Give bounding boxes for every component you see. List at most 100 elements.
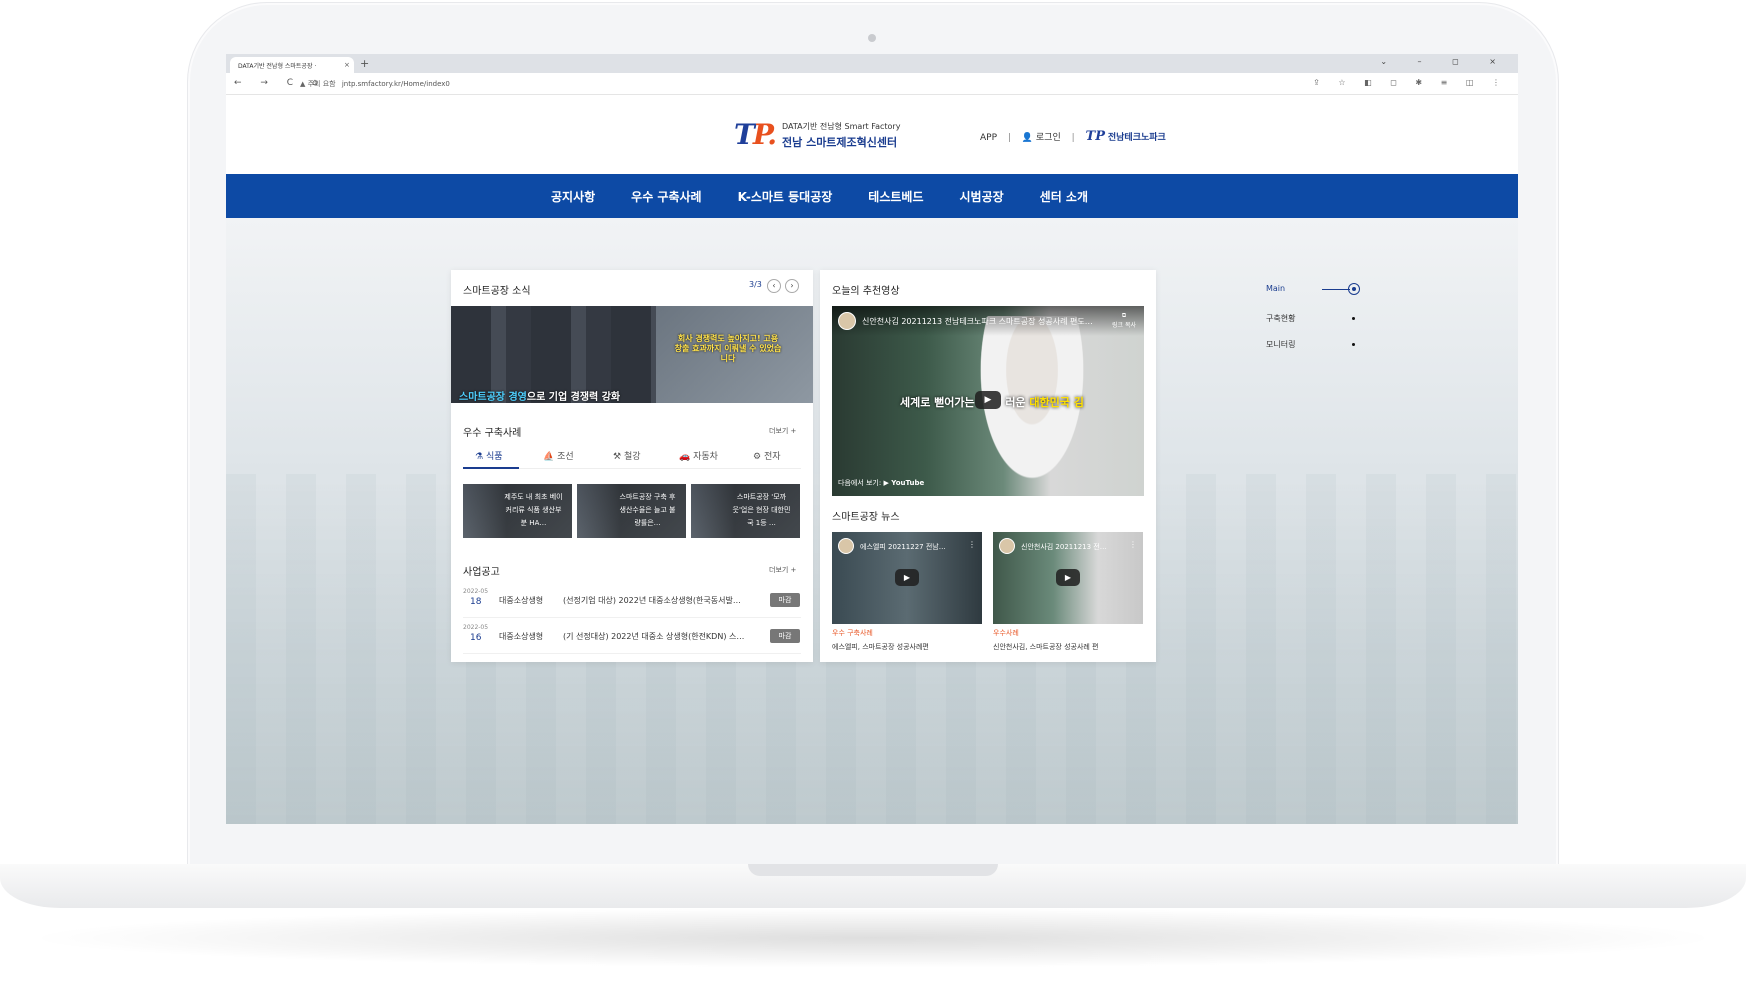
case-card[interactable]: 스마트공장 '모까웃'업은 현장 대한민국 1등 … [691,484,800,538]
camera-dot [868,34,876,42]
cases-section-title: 우수 구축사례 [463,428,522,439]
next-arrow-icon[interactable]: › [785,279,799,293]
url-field[interactable]: ▲ 주의 요함 jntp.smfactory.kr/Home/index0 [300,79,450,89]
play-icon[interactable]: ▶ [975,391,1001,409]
case-card[interactable]: 제주도 내 최초 베이커리류 식품 생산부분 HA… [463,484,572,538]
nav-item-lighthouse[interactable]: K-스마트 등대공장 [738,188,833,205]
tab-automotive[interactable]: 🚗 자동차 [679,449,718,469]
notice-day: 16 [470,633,482,643]
status-badge: 마감 [770,629,800,643]
channel-avatar [838,538,854,554]
divider: | [1007,133,1011,143]
nav-item-pilot[interactable]: 시범공장 [960,188,1004,205]
window-controls[interactable]: ⌄ – ◻ × [1380,57,1510,66]
active-indicator-line [1322,289,1350,290]
play-icon[interactable]: ▶ [895,569,919,586]
tab-close-icon[interactable]: × [344,61,350,69]
video-section-title: 오늘의 추천영상 [832,286,900,297]
video-caption[interactable]: 신안천사김, 스마트공장 성공사례 편 [993,642,1099,652]
logo-mark: TP. [734,118,777,151]
status-badge: 마감 [770,593,800,607]
tab-electronics[interactable]: ⚙ 전자 [753,449,781,469]
thumb-title: 에스엘피 20211227 전남… [860,543,946,551]
nav-item-best-cases[interactable]: 우수 구축사례 [631,188,701,205]
utility-links: APP | 👤 로그인 | TP 전남테크노파크 [980,129,1166,144]
side-nav-status[interactable]: 구축현황 [1266,313,1295,324]
nav-item-about[interactable]: 센터 소개 [1040,188,1088,205]
banner-caption: 스마트공장 경영으로 기업 경쟁력 강화 [459,392,621,403]
news-video-thumb[interactable]: 에스엘피 20211227 전남… ⋮ ▶ [832,532,982,624]
site-logo[interactable]: TP. DATA기반 전남형 Smart Factory 전남 스마트제조혁신센… [734,118,914,154]
side-nav-monitoring[interactable]: 모니터링 [1266,339,1295,350]
copy-link-button[interactable]: ⧉ 링크 복사 [1112,312,1136,329]
browser-addressbar: ← → C ⌂ ▲ 주의 요함 jntp.smfactory.kr/Home/i… [226,73,1518,95]
notice-title[interactable]: (기 선정대상) 2022년 대중소 상생형(한전KDN) 스… [563,631,759,642]
logo-title: 전남 스마트제조혁신센터 [782,136,898,149]
divider: | [1071,133,1075,143]
nav-dot-icon [1352,343,1355,346]
security-warning[interactable]: ▲ 주의 요함 [300,80,336,88]
tp-brand-icon: TP [1085,129,1105,144]
video-category: 우수 구축사례 [832,629,873,637]
login-link[interactable]: 로그인 [1036,133,1061,143]
channel-avatar [999,538,1015,554]
tab-food[interactable]: ⚗ 식품 [463,449,519,469]
video-caption[interactable]: 에스엘피, 스마트공장 성공사례편 [832,642,929,652]
tab-title: DATA기반 전남형 스마트공장 · [238,63,317,70]
side-section-nav: Main 구축현황 모니터링 [1266,280,1386,360]
play-icon[interactable]: ▶ [1056,569,1080,586]
news-banner[interactable]: 회사 경쟁력도 높아지고! 고용 창출 효과까지 이뤄낼 수 있었습니다 스마트… [451,306,813,403]
user-icon: 👤 [1021,133,1034,143]
main-nav: 공지사항 우수 구축사례 K-스마트 등대공장 테스트베드 시범공장 센터 소개 [226,174,1518,218]
browser-tabbar: DATA기반 전남형 스마트공장 · × + ⌄ – ◻ × [226,54,1518,73]
notice-category: 대중소상생형 [499,596,544,605]
gear-icon: ⚙ [753,452,762,462]
notices-section-title: 사업공고 [463,567,500,578]
notices-more-link[interactable]: 더보기 + [769,565,796,575]
tp-brand-link[interactable]: 전남테크노파크 [1108,133,1166,143]
left-panel: 스마트공장 소식 3/3 ‹ › 회사 경쟁력도 높아지고! 고용 창출 효과까… [451,270,813,662]
news-video-thumb[interactable]: 신안천사김 20211213 전… ⋮ ▶ [993,532,1143,624]
banner-quote: 회사 경쟁력도 높아지고! 고용 창출 효과까지 이뤄낼 수 있었습니다 [674,334,782,363]
laptop-notch [748,864,998,876]
prev-arrow-icon[interactable]: ‹ [767,279,781,293]
channel-avatar[interactable] [838,312,856,330]
url-text: jntp.smfactory.kr/Home/index0 [341,80,450,88]
tab-shipbuilding[interactable]: ⛵ 조선 [543,449,574,469]
notice-month: 2022-05 [463,588,489,595]
watch-on-youtube[interactable]: 다음에서 보기: ▶ YouTube [838,478,924,488]
news-section-title: 스마트공장 소식 [463,286,531,297]
nav-item-testbed[interactable]: 테스트베드 [868,188,923,205]
side-nav-main[interactable]: Main [1266,284,1285,293]
browser-extension-icons[interactable]: ⇪ ☆ ◧ ◻ ✱ ≡ ◫ ⋮ [1313,78,1508,87]
notice-row[interactable]: 2022-05 18 대중소상생형 (선정기업 대상) 2022년 대중소상생형… [463,586,801,618]
video-category: 우수사례 [993,629,1019,637]
browser-tab[interactable]: DATA기반 전남형 스마트공장 · × [230,57,354,73]
case-card-caption: 제주도 내 최초 베이커리류 식품 생산부분 HA… [463,484,572,538]
video-title[interactable]: 신안천사김 20211213 전남테크노파크 스마트공장 성공사례 편도… [862,316,1112,327]
ship-icon: ⛵ [543,452,555,462]
youtube-logo: ▶ YouTube [883,479,925,487]
nav-item-notice[interactable]: 공지사항 [551,188,595,205]
app-link[interactable]: APP [980,133,997,143]
new-tab-button[interactable]: + [360,57,369,70]
notice-month: 2022-05 [463,624,489,631]
case-category-tabs: ⚗ 식품 ⛵ 조선 ⚒ 철강 🚗 자동차 ⚙ 전자 [463,449,801,469]
thumb-title: 신안천사김 20211213 전… [1021,543,1107,551]
logo-subtitle: DATA기반 전남형 Smart Factory [782,122,901,131]
notice-row[interactable]: 2022-05 16 대중소상생형 (기 선정대상) 2022년 대중소 상생형… [463,622,801,654]
car-icon: 🚗 [679,452,691,462]
site-header: TP. DATA기반 전남형 Smart Factory 전남 스마트제조혁신센… [226,96,1518,174]
notice-title[interactable]: (선정기업 대상) 2022년 대중소상생형(한국동서발… [563,595,759,606]
laptop-shadow [20,908,1726,968]
food-icon: ⚗ [475,452,484,462]
more-options-icon[interactable]: ⋮ [1129,540,1137,549]
right-panel: 오늘의 추천영상 신안천사김 20211213 전남테크노파크 스마트공장 성공… [820,270,1156,662]
tab-steel[interactable]: ⚒ 철강 [613,449,641,469]
more-options-icon[interactable]: ⋮ [968,540,976,549]
notice-category: 대중소상생형 [499,632,544,641]
case-card-caption: 스마트공장 '모까웃'업은 현장 대한민국 1등 … [691,484,800,538]
case-card[interactable]: 스마트공장 구축 후 생산수율은 늘고 불량률은… [577,484,686,538]
featured-video[interactable]: 신안천사김 20211213 전남테크노파크 스마트공장 성공사례 편도… ⧉ 링… [832,306,1144,496]
cases-more-link[interactable]: 더보기 + [769,426,796,436]
